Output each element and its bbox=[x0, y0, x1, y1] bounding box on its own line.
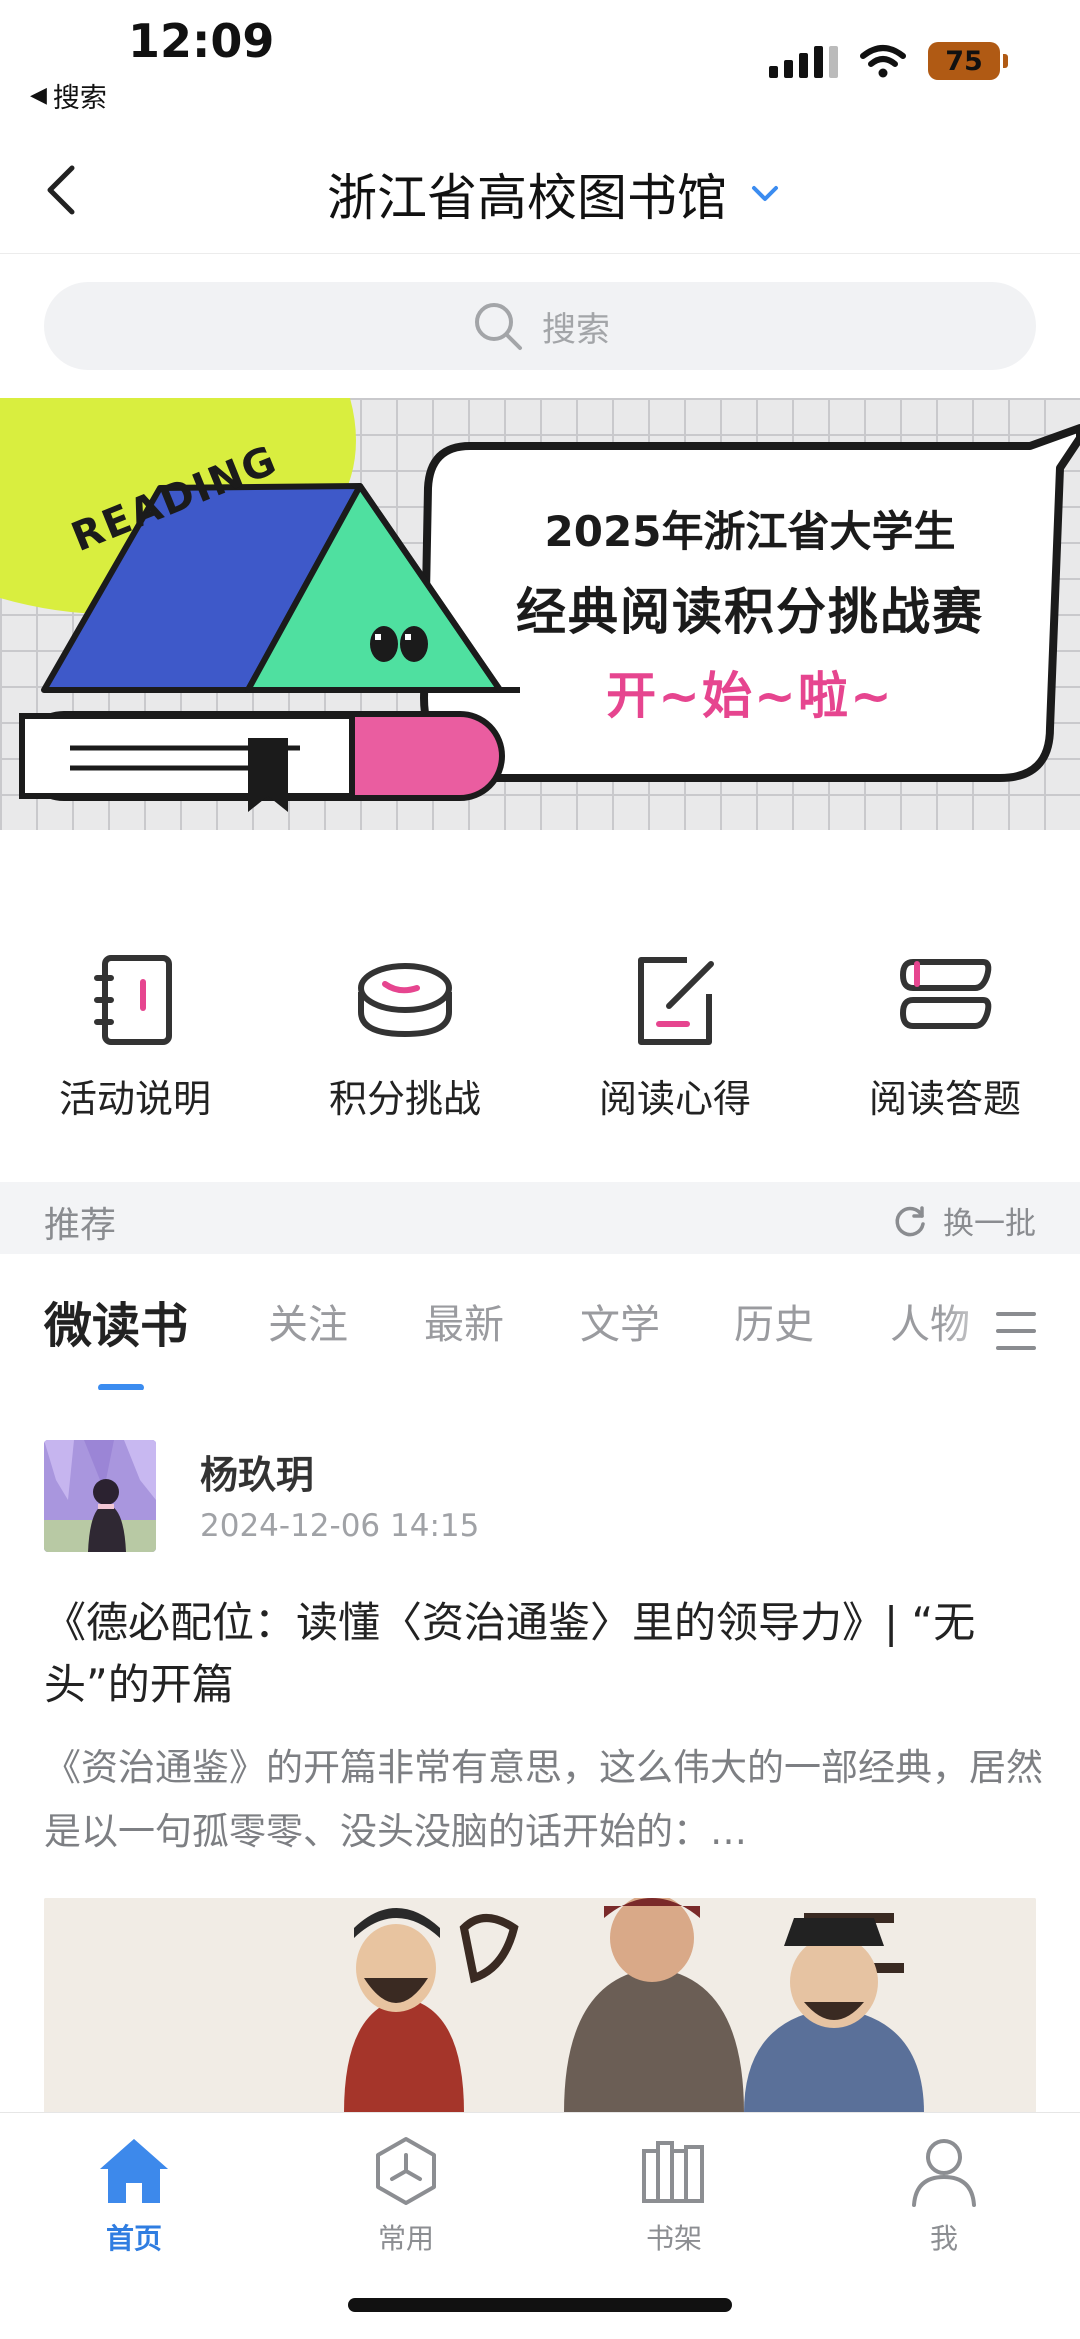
tab-following[interactable]: 关注 bbox=[268, 1292, 348, 1350]
apps-icon bbox=[376, 2137, 436, 2205]
quick-action-label: 阅读心得 bbox=[598, 1077, 751, 1121]
tab-me-label: 我 bbox=[929, 2222, 958, 2255]
tab-bookshelf[interactable]: 书架 bbox=[574, 2133, 774, 2257]
back-to-app[interactable]: ◀ 搜索 bbox=[30, 76, 107, 115]
tab-common-label: 常用 bbox=[377, 2222, 434, 2255]
library-selector[interactable]: 浙江省高校图书馆 bbox=[0, 158, 1080, 230]
tab-history[interactable]: 历史 bbox=[734, 1292, 814, 1350]
banner-line3: 开~始~啦~ bbox=[606, 667, 894, 725]
avatar-image bbox=[44, 1440, 156, 1552]
status-indicators: 75 bbox=[769, 42, 1008, 80]
back-triangle-icon: ◀ bbox=[30, 83, 47, 108]
back-app-label: 搜索 bbox=[52, 83, 107, 114]
home-indicator bbox=[348, 2298, 732, 2312]
notebook-icon bbox=[94, 955, 172, 1045]
status-bar: 12:09 ◀ 搜索 75 bbox=[0, 0, 1080, 120]
quick-action-label: 积分挑战 bbox=[328, 1077, 481, 1121]
avatar[interactable] bbox=[44, 1440, 156, 1552]
quick-action-label: 活动说明 bbox=[58, 1077, 211, 1121]
tab-literature[interactable]: 文学 bbox=[580, 1292, 660, 1350]
quick-action-quiz[interactable]: 阅读答题 bbox=[810, 950, 1080, 1130]
refresh-button[interactable]: 换一批 bbox=[891, 1198, 1036, 1243]
quiz-icon bbox=[899, 959, 992, 1029]
search-placeholder: 搜索 bbox=[542, 309, 610, 350]
tab-me[interactable]: 我 bbox=[844, 2133, 1044, 2257]
category-tabs: 微读书 关注 最新 文学 历史 人物 bbox=[0, 1280, 1080, 1390]
edit-note-icon bbox=[638, 957, 714, 1045]
event-banner[interactable]: READING 2025年浙江省大学生 经典阅读积分挑战赛 开~始~啦~ bbox=[0, 398, 1080, 830]
post-excerpt[interactable]: 《资治通鉴》的开篇非常有意思，这么伟大的一部经典，居然是以一句孤零零、没头没脑的… bbox=[44, 1736, 1044, 1864]
user-icon bbox=[912, 2139, 976, 2207]
quick-action-reflections[interactable]: 阅读心得 bbox=[540, 950, 810, 1130]
search-icon bbox=[475, 303, 522, 350]
post-date: 2024-12-06 14:15 bbox=[200, 1508, 480, 1544]
tab-bookshelf-label: 书架 bbox=[645, 2222, 702, 2255]
bookshelf-icon bbox=[642, 2141, 704, 2203]
tab-home[interactable]: 首页 bbox=[34, 2133, 234, 2257]
coins-icon bbox=[358, 963, 452, 1038]
refresh-label: 换一批 bbox=[943, 1206, 1036, 1242]
post-title[interactable]: 《德必配位：读懂〈资治通鉴〉里的领导力》| “无头”的开篇 bbox=[44, 1592, 1034, 1716]
cellular-signal-icon bbox=[769, 44, 838, 78]
quick-action-rules[interactable]: 活动说明 bbox=[0, 950, 270, 1130]
menu-icon[interactable] bbox=[996, 1310, 1036, 1352]
recommend-header: 推荐 换一批 bbox=[0, 1182, 1080, 1254]
post-author: 杨玖玥 bbox=[200, 1453, 315, 1497]
nav-bar: 浙江省高校图书馆 bbox=[0, 128, 1080, 254]
quick-action-points[interactable]: 积分挑战 bbox=[270, 950, 540, 1130]
post-image[interactable] bbox=[44, 1898, 1036, 2113]
banner-line2: 经典阅读积分挑战赛 bbox=[516, 583, 984, 641]
tab-latest[interactable]: 最新 bbox=[424, 1292, 504, 1350]
wifi-icon bbox=[860, 45, 906, 78]
home-icon bbox=[100, 2139, 168, 2203]
banner-line1: 2025年浙江省大学生 bbox=[544, 507, 956, 556]
quick-action-label: 阅读答题 bbox=[868, 1077, 1021, 1121]
refresh-icon bbox=[895, 1205, 925, 1236]
search-input[interactable]: 搜索 bbox=[44, 282, 1036, 370]
status-time: 12:09 bbox=[128, 14, 275, 68]
tab-weidushu[interactable]: 微读书 bbox=[44, 1286, 188, 1356]
post-illustration bbox=[44, 1898, 1036, 2113]
tab-common[interactable]: 常用 bbox=[306, 2133, 506, 2257]
tab-home-label: 首页 bbox=[105, 2222, 162, 2255]
quick-actions: 活动说明 积分挑战 阅读心得 阅读答题 bbox=[0, 950, 1080, 1130]
active-tab-indicator bbox=[98, 1384, 144, 1390]
recommend-title: 推荐 bbox=[44, 1205, 117, 1246]
chevron-down-icon bbox=[752, 186, 778, 201]
battery-indicator: 75 bbox=[928, 42, 1008, 80]
page-title: 浙江省高校图书馆 bbox=[327, 169, 727, 227]
